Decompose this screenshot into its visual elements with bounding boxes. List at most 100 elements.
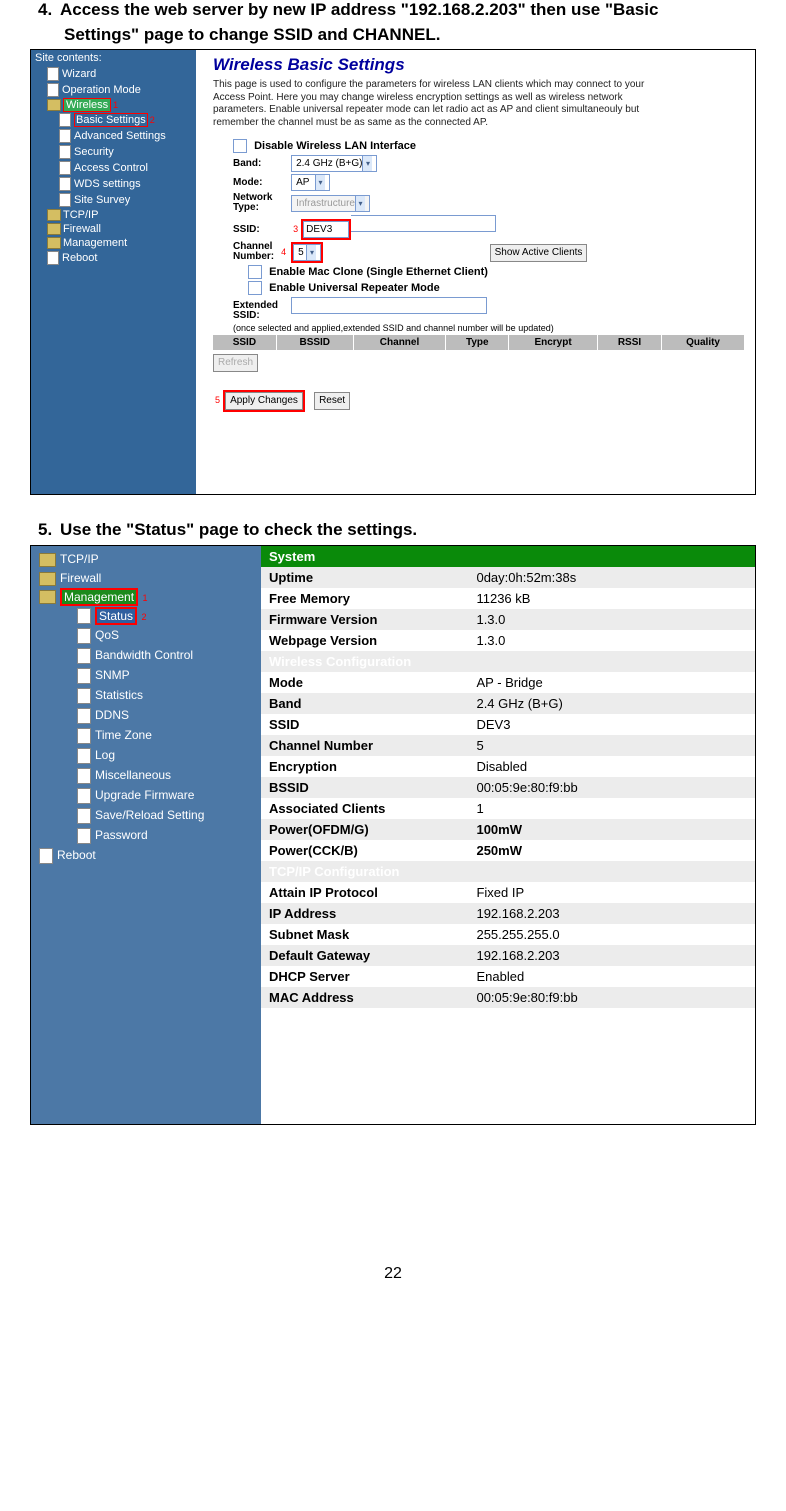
show-clients-button[interactable]: Show Active Clients <box>490 244 588 262</box>
row-value: 00:05:9e:80:f9:bb <box>468 987 755 1008</box>
sidebar-item[interactable]: Reboot <box>31 846 261 866</box>
row-key: Encryption <box>261 756 468 777</box>
sidebar-item[interactable]: Site Survey <box>31 192 196 208</box>
table-row: Firmware Version1.3.0 <box>261 609 755 630</box>
network-type-label: Network Type: <box>233 193 288 213</box>
table-header: Encrypt <box>509 335 598 350</box>
sidebar-item[interactable]: Statistics <box>31 686 261 706</box>
sidebar-item[interactable]: QoS <box>31 626 261 646</box>
page-icon <box>77 668 91 684</box>
page-icon <box>77 768 91 784</box>
band-select[interactable]: 2.4 GHz (B+G)▾ <box>291 155 377 172</box>
callout-5: 5 <box>213 395 220 405</box>
sidebar-item[interactable]: Management <box>31 236 196 250</box>
ssid-input-ext[interactable] <box>351 215 496 232</box>
sidebar-item[interactable]: Log <box>31 746 261 766</box>
page-icon <box>77 648 91 664</box>
table-row: EncryptionDisabled <box>261 756 755 777</box>
sidebar-item[interactable]: Time Zone <box>31 726 261 746</box>
folder-icon <box>39 590 56 604</box>
table-header: Type <box>446 335 509 350</box>
channel-select[interactable]: 5 ▾ <box>293 244 321 261</box>
sidebar-item[interactable]: Bandwidth Control <box>31 646 261 666</box>
table-row: IP Address192.168.2.203 <box>261 903 755 924</box>
status-panel: SystemUptime0day:0h:52m:38sFree Memory11… <box>261 546 755 1008</box>
refresh-button: Refresh <box>213 354 258 372</box>
page-icon <box>59 145 71 159</box>
mode-label: Mode: <box>233 177 288 188</box>
callout-2: 2 <box>137 612 147 622</box>
row-key: Firmware Version <box>261 609 468 630</box>
row-value: 1.3.0 <box>468 630 755 651</box>
table-header: BSSID <box>276 335 353 350</box>
row-key: IP Address <box>261 903 468 924</box>
row-key: Channel Number <box>261 735 468 756</box>
table-row: Channel Number5 <box>261 735 755 756</box>
sidebar-item[interactable]: Firewall <box>31 222 196 236</box>
reset-button[interactable]: Reset <box>314 392 350 410</box>
sidebar-item[interactable]: Basic Settings2 <box>31 112 196 128</box>
sidebar-item[interactable]: Wireless1 <box>31 98 196 112</box>
page-icon <box>77 728 91 744</box>
row-key: Power(OFDM/G) <box>261 819 468 840</box>
sidebar-item[interactable]: Wizard <box>31 66 196 82</box>
row-key: Subnet Mask <box>261 924 468 945</box>
step-4-heading: 4.Access the web server by new IP addres… <box>30 0 756 20</box>
page-icon <box>77 688 91 704</box>
page-number: 22 <box>30 1265 756 1283</box>
table-header: RSSI <box>597 335 661 350</box>
sidebar-item[interactable]: TCP/IP <box>31 550 261 569</box>
universal-repeater-checkbox[interactable] <box>248 281 262 295</box>
table-row: Webpage Version1.3.0 <box>261 630 755 651</box>
sidebar-item[interactable]: TCP/IP <box>31 208 196 222</box>
row-value: 1.3.0 <box>468 609 755 630</box>
sidebar-item[interactable]: Save/Reload Setting <box>31 806 261 826</box>
sidebar-item[interactable]: Operation Mode <box>31 82 196 98</box>
table-row: Subnet Mask255.255.255.0 <box>261 924 755 945</box>
status-table: SystemUptime0day:0h:52m:38sFree Memory11… <box>261 546 755 1008</box>
disable-wlan-row: Disable Wireless LAN Interface <box>233 139 745 153</box>
sidebar-item[interactable]: Status 2 <box>31 606 261 626</box>
row-key: Default Gateway <box>261 945 468 966</box>
screenshot-status-page: TCP/IPFirewallManagement 1Status 2QoSBan… <box>30 545 756 1125</box>
row-key: Uptime <box>261 567 468 588</box>
sidebar-item[interactable]: Management 1 <box>31 588 261 607</box>
sidebar-item[interactable]: SNMP <box>31 666 261 686</box>
row-value: 255.255.255.0 <box>468 924 755 945</box>
sidebar-item[interactable]: Password <box>31 826 261 846</box>
sidebar-item[interactable]: Security <box>31 144 196 160</box>
folder-icon <box>47 237 61 249</box>
table-header: Quality <box>662 335 745 350</box>
mac-clone-checkbox[interactable] <box>248 265 262 279</box>
page-description: This page is used to configure the param… <box>213 79 673 129</box>
row-value: 1 <box>468 798 755 819</box>
folder-icon <box>47 223 61 235</box>
table-row: ModeAP - Bridge <box>261 672 755 693</box>
row-value: 2.4 GHz (B+G) <box>468 693 755 714</box>
row-value: 250mW <box>468 840 755 861</box>
disable-wlan-checkbox[interactable] <box>233 139 247 153</box>
sidebar-item[interactable]: WDS settings <box>31 176 196 192</box>
page-icon <box>47 67 59 81</box>
extended-ssid-input[interactable] <box>291 297 487 314</box>
folder-icon <box>39 572 56 586</box>
mode-select[interactable]: AP ▾ <box>291 174 330 191</box>
page-icon <box>77 808 91 824</box>
apply-changes-button[interactable]: Apply Changes <box>225 392 303 410</box>
page-icon <box>59 129 71 143</box>
page-icon <box>77 608 91 624</box>
ssid-input[interactable]: DEV3 <box>303 221 349 238</box>
sidebar-item[interactable]: Firewall <box>31 569 261 588</box>
sidebar-item[interactable]: Access Control <box>31 160 196 176</box>
mac-clone-label: Enable Mac Clone (Single Ethernet Client… <box>269 266 488 278</box>
sidebar-item[interactable]: Reboot <box>31 250 196 266</box>
page-title: Wireless Basic Settings <box>213 55 745 75</box>
sidebar-item[interactable]: Advanced Settings <box>31 128 196 144</box>
sidebar-item[interactable]: Upgrade Firmware <box>31 786 261 806</box>
sidebar-item[interactable]: DDNS <box>31 706 261 726</box>
extended-ssid-label: Extended SSID: <box>233 301 288 321</box>
sidebar-tree: Site contents: WizardOperation ModeWirel… <box>31 50 196 494</box>
row-value: 11236 kB <box>468 588 755 609</box>
page-icon <box>59 177 71 191</box>
sidebar-item[interactable]: Miscellaneous <box>31 766 261 786</box>
